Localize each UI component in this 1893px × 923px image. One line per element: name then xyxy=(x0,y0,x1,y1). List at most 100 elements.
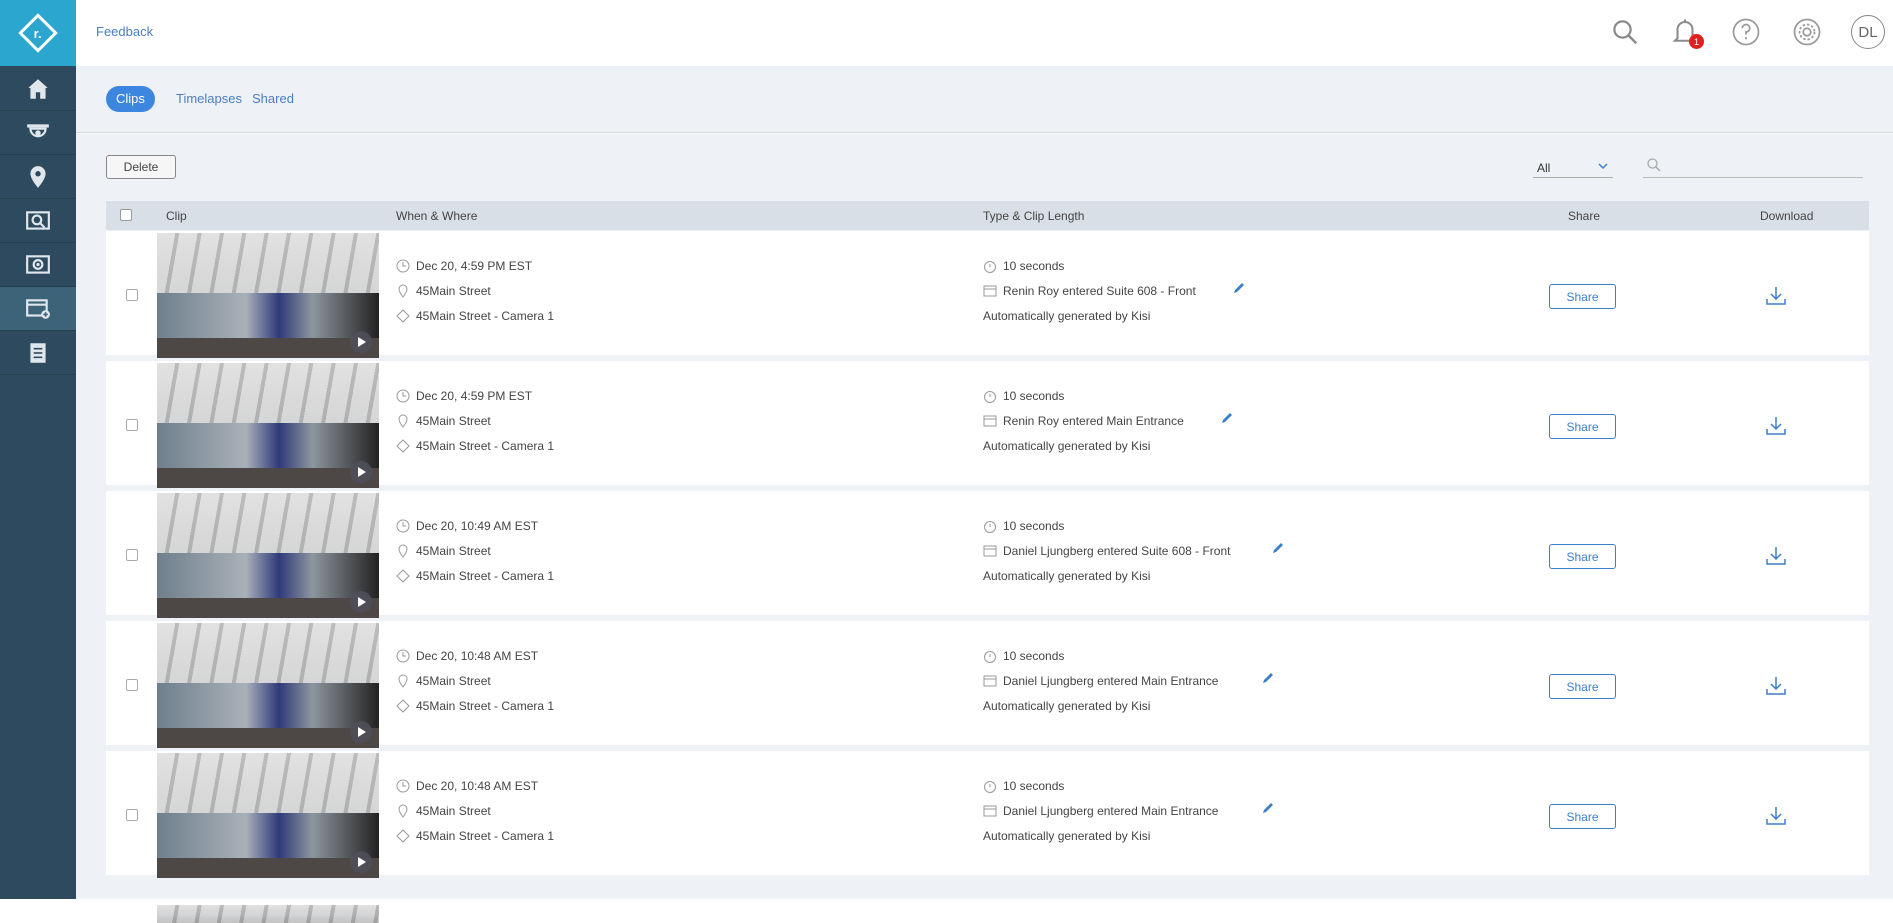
clock-icon xyxy=(396,389,410,403)
gear-icon xyxy=(1793,18,1821,46)
download-icon[interactable] xyxy=(1764,284,1788,308)
notification-badge: 1 xyxy=(1689,34,1704,49)
help-button[interactable] xyxy=(1728,14,1764,50)
table-header: Clip When & Where Type & Clip Length Sha… xyxy=(106,201,1869,230)
header-share: Share xyxy=(1568,209,1601,223)
settings-button[interactable] xyxy=(1789,14,1825,50)
delete-button[interactable]: Delete xyxy=(106,155,176,179)
header-download: Download xyxy=(1760,209,1814,223)
timer-icon xyxy=(984,391,996,403)
video-wall-icon xyxy=(26,254,50,274)
table-row: Dec 20, 10:48 AM EST 45Main Street 45Mai… xyxy=(106,751,1869,878)
tab-timelapses[interactable]: Timelapses xyxy=(166,86,252,112)
camera-diamond-icon xyxy=(396,309,410,323)
reports-icon xyxy=(30,342,46,363)
event-icon xyxy=(983,415,997,427)
tabs-bar: Clips Timelapses Shared xyxy=(76,66,1893,133)
timer-icon xyxy=(984,261,996,273)
logo[interactable]: r. xyxy=(0,0,76,66)
download-icon[interactable] xyxy=(1764,674,1788,698)
share-button[interactable]: Share xyxy=(1549,674,1616,699)
play-icon[interactable] xyxy=(350,721,372,743)
clock-icon xyxy=(396,779,410,793)
location-pin-icon xyxy=(398,674,408,688)
timer-icon xyxy=(984,651,996,663)
sidebar-item-reports[interactable] xyxy=(0,331,76,375)
table-row: Dec 20, 10:49 AM EST 45Main Street 45Mai… xyxy=(106,491,1869,618)
camera-diamond-icon xyxy=(396,439,410,453)
location-pin-icon xyxy=(398,414,408,428)
top-search-button[interactable] xyxy=(1607,14,1643,50)
location-pin-icon xyxy=(398,544,408,558)
help-icon xyxy=(1732,18,1760,46)
notifications-button[interactable]: 1 xyxy=(1667,14,1704,50)
share-button[interactable]: Share xyxy=(1549,284,1616,309)
search-video-icon xyxy=(26,210,50,230)
logo-diamond-icon: r. xyxy=(18,13,58,53)
timer-icon xyxy=(984,521,996,533)
clock-icon xyxy=(396,649,410,663)
sidebar: r. xyxy=(0,0,76,899)
home-icon xyxy=(28,78,48,99)
play-icon[interactable] xyxy=(350,461,372,483)
table-row: Dec 20, 10:48 AM EST 45Main Street 45Mai… xyxy=(106,621,1869,748)
camera-diamond-icon xyxy=(396,829,410,843)
filter-value: All xyxy=(1537,161,1551,175)
play-icon[interactable] xyxy=(350,591,372,613)
avatar[interactable]: DL xyxy=(1851,15,1885,49)
edit-pencil-icon[interactable] xyxy=(1271,541,1285,555)
feedback-link[interactable]: Feedback xyxy=(96,24,153,39)
search-input[interactable] xyxy=(1669,156,1859,176)
sidebar-item-home[interactable] xyxy=(0,67,76,111)
sidebar-item-clips[interactable] xyxy=(0,287,76,331)
search-box xyxy=(1643,154,1863,178)
edit-pencil-icon[interactable] xyxy=(1261,801,1275,815)
location-pin-icon xyxy=(30,165,46,188)
row-checkbox[interactable] xyxy=(126,289,138,301)
clip-thumbnail[interactable] xyxy=(157,233,379,358)
top-bar: Feedback 1 DL xyxy=(76,0,1893,66)
event-icon xyxy=(983,545,997,557)
edit-pencil-icon[interactable] xyxy=(1261,671,1275,685)
share-button[interactable]: Share xyxy=(1549,544,1616,569)
row-checkbox[interactable] xyxy=(126,679,138,691)
clips-icon xyxy=(26,298,50,319)
row-checkbox[interactable] xyxy=(126,809,138,821)
sidebar-item-search[interactable] xyxy=(0,199,76,243)
play-icon[interactable] xyxy=(350,331,372,353)
filter-select[interactable]: All xyxy=(1533,158,1613,178)
clips-content: Delete All Clip When & Where Type & Clip… xyxy=(76,134,1893,923)
camera-diamond-icon xyxy=(396,569,410,583)
event-icon xyxy=(983,805,997,817)
clock-icon xyxy=(396,259,410,273)
download-icon[interactable] xyxy=(1764,804,1788,828)
sidebar-item-video-wall[interactable] xyxy=(0,243,76,287)
location-pin-icon xyxy=(398,284,408,298)
sidebar-item-cameras[interactable] xyxy=(0,111,76,155)
sidebar-item-locations[interactable] xyxy=(0,155,76,199)
camera-icon xyxy=(27,123,49,137)
download-icon[interactable] xyxy=(1764,544,1788,568)
edit-pencil-icon[interactable] xyxy=(1220,411,1234,425)
download-icon[interactable] xyxy=(1764,414,1788,438)
tab-shared[interactable]: Shared xyxy=(242,86,304,112)
table-row xyxy=(106,903,1869,923)
table-row: Dec 20, 4:59 PM EST 45Main Street 45Main… xyxy=(106,231,1869,358)
clip-thumbnail[interactable] xyxy=(157,623,379,748)
row-checkbox[interactable] xyxy=(126,549,138,561)
logo-letter: r. xyxy=(34,25,42,41)
play-icon[interactable] xyxy=(350,851,372,873)
share-button[interactable]: Share xyxy=(1549,804,1616,829)
edit-pencil-icon[interactable] xyxy=(1232,281,1246,295)
tab-clips[interactable]: Clips xyxy=(106,86,155,112)
event-icon xyxy=(983,285,997,297)
header-when-where: When & Where xyxy=(396,209,478,223)
clip-thumbnail[interactable] xyxy=(157,363,379,488)
clip-thumbnail[interactable] xyxy=(157,493,379,618)
clip-thumbnail[interactable] xyxy=(157,905,379,923)
select-all-checkbox[interactable] xyxy=(120,209,132,221)
timer-icon xyxy=(984,781,996,793)
clip-thumbnail[interactable] xyxy=(157,753,379,878)
share-button[interactable]: Share xyxy=(1549,414,1616,439)
row-checkbox[interactable] xyxy=(126,419,138,431)
